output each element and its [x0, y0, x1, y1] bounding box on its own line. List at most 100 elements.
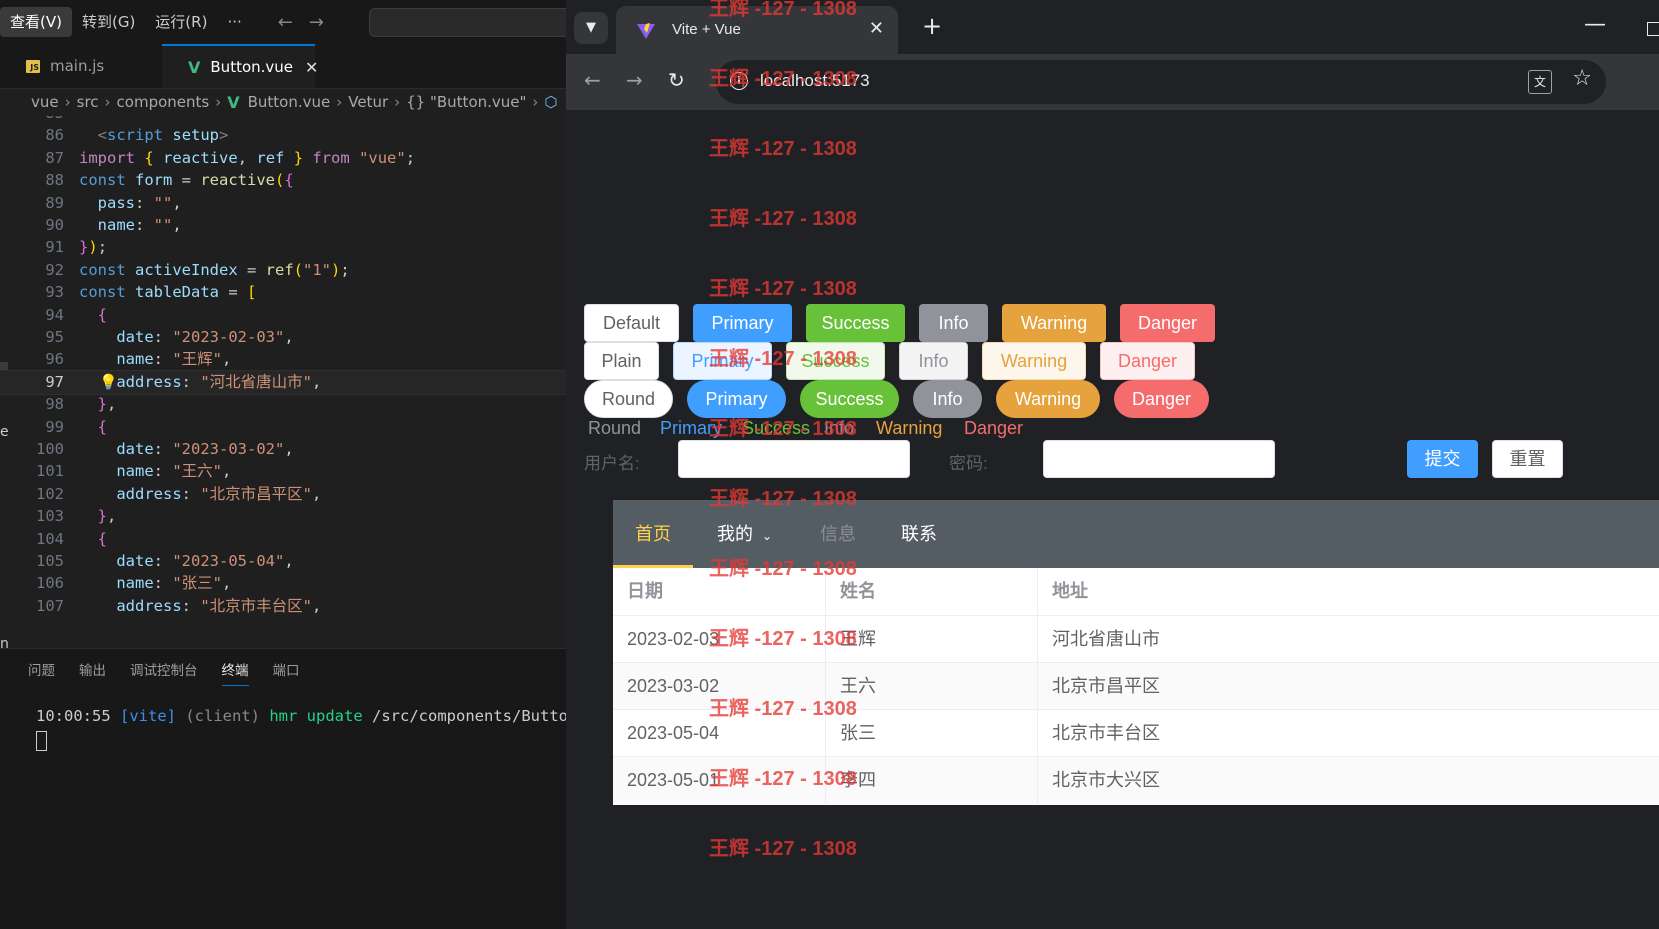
command-center-search[interactable]: [369, 8, 566, 37]
lightbulb-icon[interactable]: 💡: [99, 371, 118, 395]
table-row[interactable]: 2023-03-02 王六 北京市昌平区: [613, 662, 1659, 710]
code-line[interactable]: 90 name: "",: [0, 214, 566, 238]
plain-info-button[interactable]: Info: [899, 342, 968, 380]
round-primary-button[interactable]: Primary: [687, 380, 786, 418]
code-line[interactable]: 101 name: "王六",: [0, 460, 566, 484]
code-line[interactable]: 102 address: "北京市昌平区",: [0, 483, 566, 507]
code-line[interactable]: 87 import { reactive, ref } from "vue";: [0, 147, 566, 171]
menu-item-home[interactable]: 首页: [613, 500, 693, 568]
new-tab-plus-icon[interactable]: +: [922, 12, 942, 40]
code-line[interactable]: 96 name: "王辉",: [0, 348, 566, 372]
column-divider: [1037, 568, 1038, 804]
code-line[interactable]: 99 {: [0, 416, 566, 440]
bookmark-star-icon[interactable]: ☆: [1572, 66, 1592, 91]
round-button[interactable]: Round: [584, 380, 673, 418]
text-danger-button[interactable]: Danger: [964, 418, 1023, 439]
tab-main-js[interactable]: JS main.js: [0, 44, 162, 88]
reset-button[interactable]: 重置: [1492, 440, 1563, 478]
line-number: 104: [36, 529, 64, 548]
text-round-button[interactable]: Round: [588, 418, 641, 439]
breadcrumb-item[interactable]: Button.vue: [248, 93, 331, 111]
round-warning-button[interactable]: Warning: [996, 380, 1100, 418]
round-info-button[interactable]: Info: [913, 380, 982, 418]
menu-run[interactable]: 运行(R): [145, 7, 217, 37]
plain-primary-button[interactable]: Primary: [673, 342, 772, 380]
panel-tab-output[interactable]: 输出: [79, 659, 106, 679]
back-arrow-icon[interactable]: ←: [584, 68, 601, 92]
address-bar[interactable]: i localhost:5173 文 ☆: [716, 60, 1606, 104]
text-success-button[interactable]: Success: [742, 418, 810, 439]
code-line[interactable]: 106 name: "张三",: [0, 572, 566, 596]
text-warning-button[interactable]: Warning: [876, 418, 942, 439]
password-input[interactable]: [1043, 440, 1275, 478]
translate-icon[interactable]: 文: [1528, 70, 1552, 94]
default-button[interactable]: Default: [584, 304, 679, 342]
code-line[interactable]: 94 {: [0, 304, 566, 328]
text-info-button[interactable]: Info: [824, 418, 854, 439]
code-line[interactable]: 105 date: "2023-05-04",: [0, 550, 566, 574]
code-line[interactable]: 91});: [0, 236, 566, 260]
tab-button-vue[interactable]: V Button.vue ✕: [162, 44, 318, 88]
code-line[interactable]: 86 <script setup>: [0, 124, 566, 148]
code-line[interactable]: 100 date: "2023-03-02",: [0, 438, 566, 462]
submit-button[interactable]: 提交: [1407, 440, 1478, 478]
code-line[interactable]: 104 {: [0, 528, 566, 552]
chevron-right-icon: ›: [336, 93, 343, 111]
code-line[interactable]: 103 },: [0, 505, 566, 529]
forward-arrow-icon[interactable]: →: [309, 12, 324, 33]
code-line[interactable]: 98 },: [0, 393, 566, 417]
code-line[interactable]: 95 date: "2023-02-03",: [0, 326, 566, 350]
panel-tab-ports[interactable]: 端口: [273, 659, 300, 679]
breadcrumb-item[interactable]: {} "Button.vue": [406, 93, 526, 111]
maximize-icon[interactable]: [1647, 22, 1659, 36]
table-row[interactable]: 2023-05-04 张三 北京市丰台区: [613, 709, 1659, 757]
code-line[interactable]: 97 address: "河北省唐山市", 💡: [0, 369, 566, 396]
close-icon[interactable]: ✕: [869, 18, 884, 39]
plain-warning-button[interactable]: Warning: [982, 342, 1086, 380]
round-success-button[interactable]: Success: [800, 380, 899, 418]
browser-tab[interactable]: Vite + Vue ✕: [616, 6, 898, 54]
breadcrumb-item[interactable]: components: [117, 93, 210, 111]
reload-icon[interactable]: ↻: [668, 68, 685, 92]
code-line[interactable]: 89 pass: "",: [0, 192, 566, 216]
text-primary-button[interactable]: Primary: [660, 418, 722, 439]
code-line[interactable]: 107 address: "北京市丰台区",: [0, 595, 566, 619]
plain-success-button[interactable]: Success: [786, 342, 885, 380]
info-button[interactable]: Info: [919, 304, 988, 342]
menu-more[interactable]: ···: [217, 7, 251, 37]
plain-button[interactable]: Plain: [584, 342, 659, 380]
chevron-right-icon: ›: [215, 93, 222, 111]
menu-view[interactable]: 查看(V): [0, 7, 72, 37]
menu-goto[interactable]: 转到(G): [72, 7, 145, 37]
chevron-down-icon: ⌄: [762, 529, 773, 543]
tab-search-chevron-icon[interactable]: ▼: [574, 12, 608, 44]
breadcrumb-item[interactable]: src: [77, 93, 99, 111]
breadcrumb-item[interactable]: Vetur: [348, 93, 388, 111]
round-danger-button[interactable]: Danger: [1114, 380, 1209, 418]
panel-tab-debug-console[interactable]: 调试控制台: [130, 659, 198, 679]
panel-tab-terminal[interactable]: 终端: [221, 659, 249, 686]
warning-button[interactable]: Warning: [1002, 304, 1106, 342]
line-number: 101: [36, 462, 64, 481]
back-arrow-icon[interactable]: ←: [278, 12, 293, 33]
terminal-cursor[interactable]: [36, 731, 47, 751]
danger-button[interactable]: Danger: [1120, 304, 1215, 342]
menu-item-contact[interactable]: 联系: [901, 500, 937, 568]
forward-arrow-icon[interactable]: →: [626, 68, 643, 92]
table-row[interactable]: 2023-05-01 李四 北京市大兴区: [613, 756, 1659, 805]
minimize-icon[interactable]: —: [1584, 12, 1606, 37]
code-line[interactable]: 93 const tableData = [: [0, 281, 566, 305]
primary-button[interactable]: Primary: [693, 304, 792, 342]
site-info-icon[interactable]: i: [730, 72, 748, 90]
menu-item-mine[interactable]: 我的 ⌄: [717, 500, 772, 568]
code-line[interactable]: 92 const activeIndex = ref("1");: [0, 259, 566, 283]
table-row[interactable]: 2023-02-03 王辉 河北省唐山市: [613, 615, 1659, 663]
panel-tab-problems[interactable]: 问题: [28, 659, 55, 679]
code-editor[interactable]: 8586 <script setup>87import { reactive, …: [0, 116, 566, 648]
username-input[interactable]: [678, 440, 910, 478]
close-icon[interactable]: ✕: [305, 58, 318, 77]
code-line[interactable]: 88 const form = reactive({: [0, 169, 566, 193]
success-button[interactable]: Success: [806, 304, 905, 342]
plain-danger-button[interactable]: Danger: [1100, 342, 1195, 380]
breadcrumb-item[interactable]: vue: [31, 93, 59, 111]
